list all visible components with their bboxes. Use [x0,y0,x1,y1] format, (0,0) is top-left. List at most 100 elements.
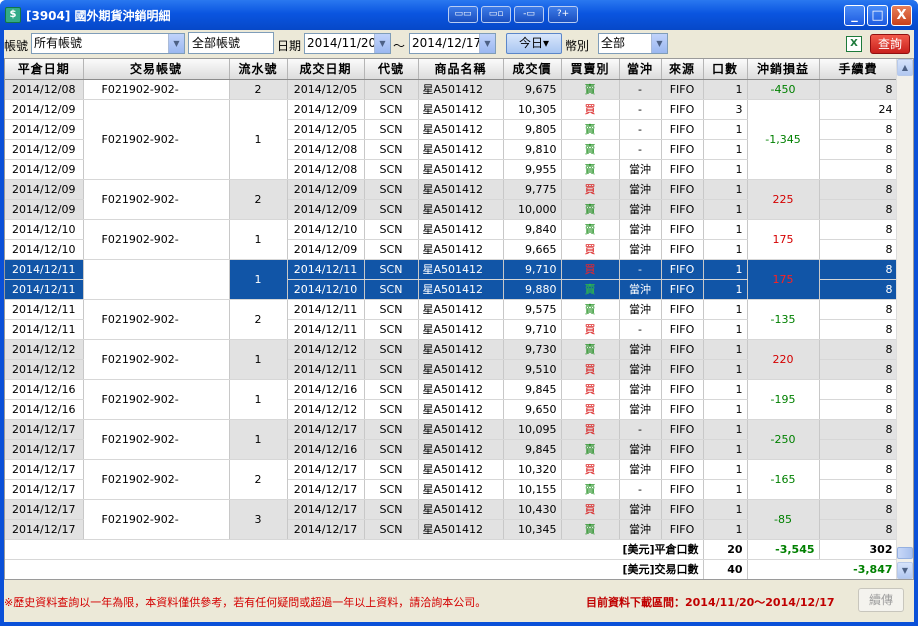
table-row[interactable]: 2014/12/17 F021902-902- 2 2014/12/17 SCN 星A50… [5,459,898,500]
pnl-cell: 225 [747,179,820,220]
trade-date-cell: 2014/12/17 [287,459,365,480]
source-cell: FIFO [661,79,704,100]
table-row[interactable]: 2014/12/08 F021902-902- 2 2014/12/05 SCN 星A50… [5,79,898,100]
column-header[interactable]: 平倉日期 [5,59,84,80]
chevron-down-icon[interactable]: ▼ [651,34,667,53]
lots-cell: 1 [703,339,748,360]
continue-download-button[interactable]: 續傳 [858,588,904,612]
maximize-button[interactable]: □ [867,5,888,26]
close-date-cell: 2014/12/17 [5,439,84,460]
table-row[interactable]: 2014/12/17 F021902-902- 1 2014/12/17 SCN 星A50… [5,419,898,460]
column-header[interactable]: 商品名稱 [418,59,504,80]
title-bar[interactable]: $ [3904] 國外期貨沖銷明細 ▭▭ ▭▫ -▭ ?+ _ □ X [0,0,918,30]
product-name-cell: 星A501412 [418,519,504,540]
daytrade-cell: - [619,319,662,340]
price-cell: 10,305 [503,99,562,120]
fee-cell: 8 [819,359,898,380]
symbol-cell: SCN [364,199,419,220]
daytrade-cell: 當沖 [619,439,662,460]
serial-cell: 1 [229,259,288,300]
column-header[interactable]: 來源 [661,59,704,80]
scroll-up-icon[interactable]: ▲ [897,59,913,76]
product-name-cell: 星A501412 [418,499,504,520]
account-cell: F021902-902- [83,299,230,340]
table-row[interactable]: 2014/12/09 F021902-902- 1 2014/12/09 SCN 星A50… [5,99,898,180]
table-row[interactable]: 2014/12/12 F021902-902- 1 2014/12/12 SCN 星A50… [5,339,898,380]
close-date-cell: 2014/12/09 [5,139,84,160]
account-text-field[interactable]: 全部帳號 [188,32,274,54]
pnl-cell: 175 [747,219,820,260]
scroll-thumb[interactable] [897,547,913,559]
trade-date-cell: 2014/12/12 [287,399,365,420]
chevron-down-icon[interactable]: ▼ [479,34,495,53]
account-cell: F021902-902- [83,99,230,180]
pnl-cell: -165 [747,459,820,500]
trade-date-cell: 2014/12/10 [287,219,365,240]
excel-export-icon[interactable]: X [846,36,862,52]
scroll-down-icon[interactable]: ▼ [897,562,913,579]
product-name-cell: 星A501412 [418,359,504,380]
table-row[interactable]: 2014/12/11 F021902-902- 2 2014/12/11 SCN 星A50… [5,299,898,340]
table-row[interactable]: 2014/12/09 F021902-902- 2 2014/12/09 SCN 星A50… [5,179,898,220]
column-header[interactable]: 流水號 [229,59,288,80]
column-header[interactable]: 買賣別 [561,59,620,80]
query-button[interactable]: 查詢 [870,34,910,54]
symbol-cell: SCN [364,459,419,480]
disclaimer-note: ※歷史資料查詢以一年為限，本資料僅供參考，若有任何疑問或超過一年以上資料，請洽詢… [4,596,487,609]
buy-sell-cell: 賣 [561,279,620,300]
client-area: 帳號 所有帳號 ▼ 全部帳號 日期 2014/11/20 ▼ ～ 2014/12… [4,30,914,622]
column-header[interactable]: 交易帳號 [83,59,230,80]
lots-cell: 1 [703,319,748,340]
account-select[interactable]: 所有帳號 ▼ [31,33,185,54]
account-cell: F021902-902- [83,79,230,100]
window-layout-icon-3[interactable]: -▭ [514,6,544,23]
table-row[interactable]: 2014/12/11 F021902-902- 1 2014/12/11 SCN 星A50… [5,259,898,300]
trade-date-cell: 2014/12/11 [287,359,365,380]
vertical-scrollbar[interactable]: ▲ ▼ [896,59,913,579]
buy-sell-cell: 賣 [561,139,620,160]
currency-select[interactable]: 全部 ▼ [598,33,668,54]
chevron-down-icon[interactable]: ▼ [374,34,390,53]
column-header[interactable]: 當沖 [619,59,662,80]
symbol-cell: SCN [364,239,419,260]
summary-close-label: [美元]平倉口數 [5,539,704,560]
close-date-cell: 2014/12/12 [5,359,84,380]
column-header[interactable]: 代號 [364,59,419,80]
column-header[interactable]: 成交日期 [287,59,365,80]
lots-cell: 1 [703,119,748,140]
buy-sell-cell: 買 [561,359,620,380]
column-header[interactable]: 口數 [703,59,748,80]
minimize-button[interactable]: _ [844,5,865,26]
date-from-picker[interactable]: 2014/11/20 ▼ [304,33,391,54]
source-cell: FIFO [661,399,704,420]
column-header[interactable]: 成交價 [503,59,562,80]
table-row[interactable]: 2014/12/16 F021902-902- 1 2014/12/16 SCN 星A50… [5,379,898,420]
window-layout-icon-1[interactable]: ▭▭ [448,6,478,23]
fee-cell: 8 [819,459,898,480]
currency-select-value: 全部 [601,36,626,50]
buy-sell-cell: 買 [561,419,620,440]
window-layout-icon-2[interactable]: ▭▫ [481,6,511,23]
fee-cell: 8 [819,159,898,180]
product-name-cell: 星A501412 [418,339,504,360]
column-header[interactable]: 沖銷損益 [747,59,820,80]
data-grid[interactable]: 平倉日期 交易帳號 流水號 成交日期 代號 商品名稱 成交價 買賣別 當沖 來源 口數 沖銷損益 手續費… [4,58,914,580]
daytrade-cell: 當沖 [619,279,662,300]
close-button[interactable]: X [891,5,912,26]
table-row[interactable]: 2014/12/17 F021902-902- 3 2014/12/17 SCN 星A50… [5,499,898,540]
date-to-picker[interactable]: 2014/12/17 ▼ [409,33,496,54]
buy-sell-cell: 買 [561,259,620,280]
close-date-cell: 2014/12/08 [5,79,84,100]
table-row[interactable]: 2014/12/10 F021902-902- 1 2014/12/10 SCN 星A50… [5,219,898,260]
today-button[interactable]: 今日▾ [506,33,562,54]
symbol-cell: SCN [364,339,419,360]
fee-cell: 8 [819,339,898,360]
pnl-cell: -85 [747,499,820,540]
trade-date-cell: 2014/12/17 [287,479,365,500]
source-cell: FIFO [661,519,704,540]
column-header[interactable]: 手續費 [819,59,898,80]
buy-sell-cell: 買 [561,399,620,420]
trade-date-cell: 2014/12/09 [287,239,365,260]
chevron-down-icon[interactable]: ▼ [168,34,184,53]
window-layout-icon-4[interactable]: ?+ [548,6,578,23]
